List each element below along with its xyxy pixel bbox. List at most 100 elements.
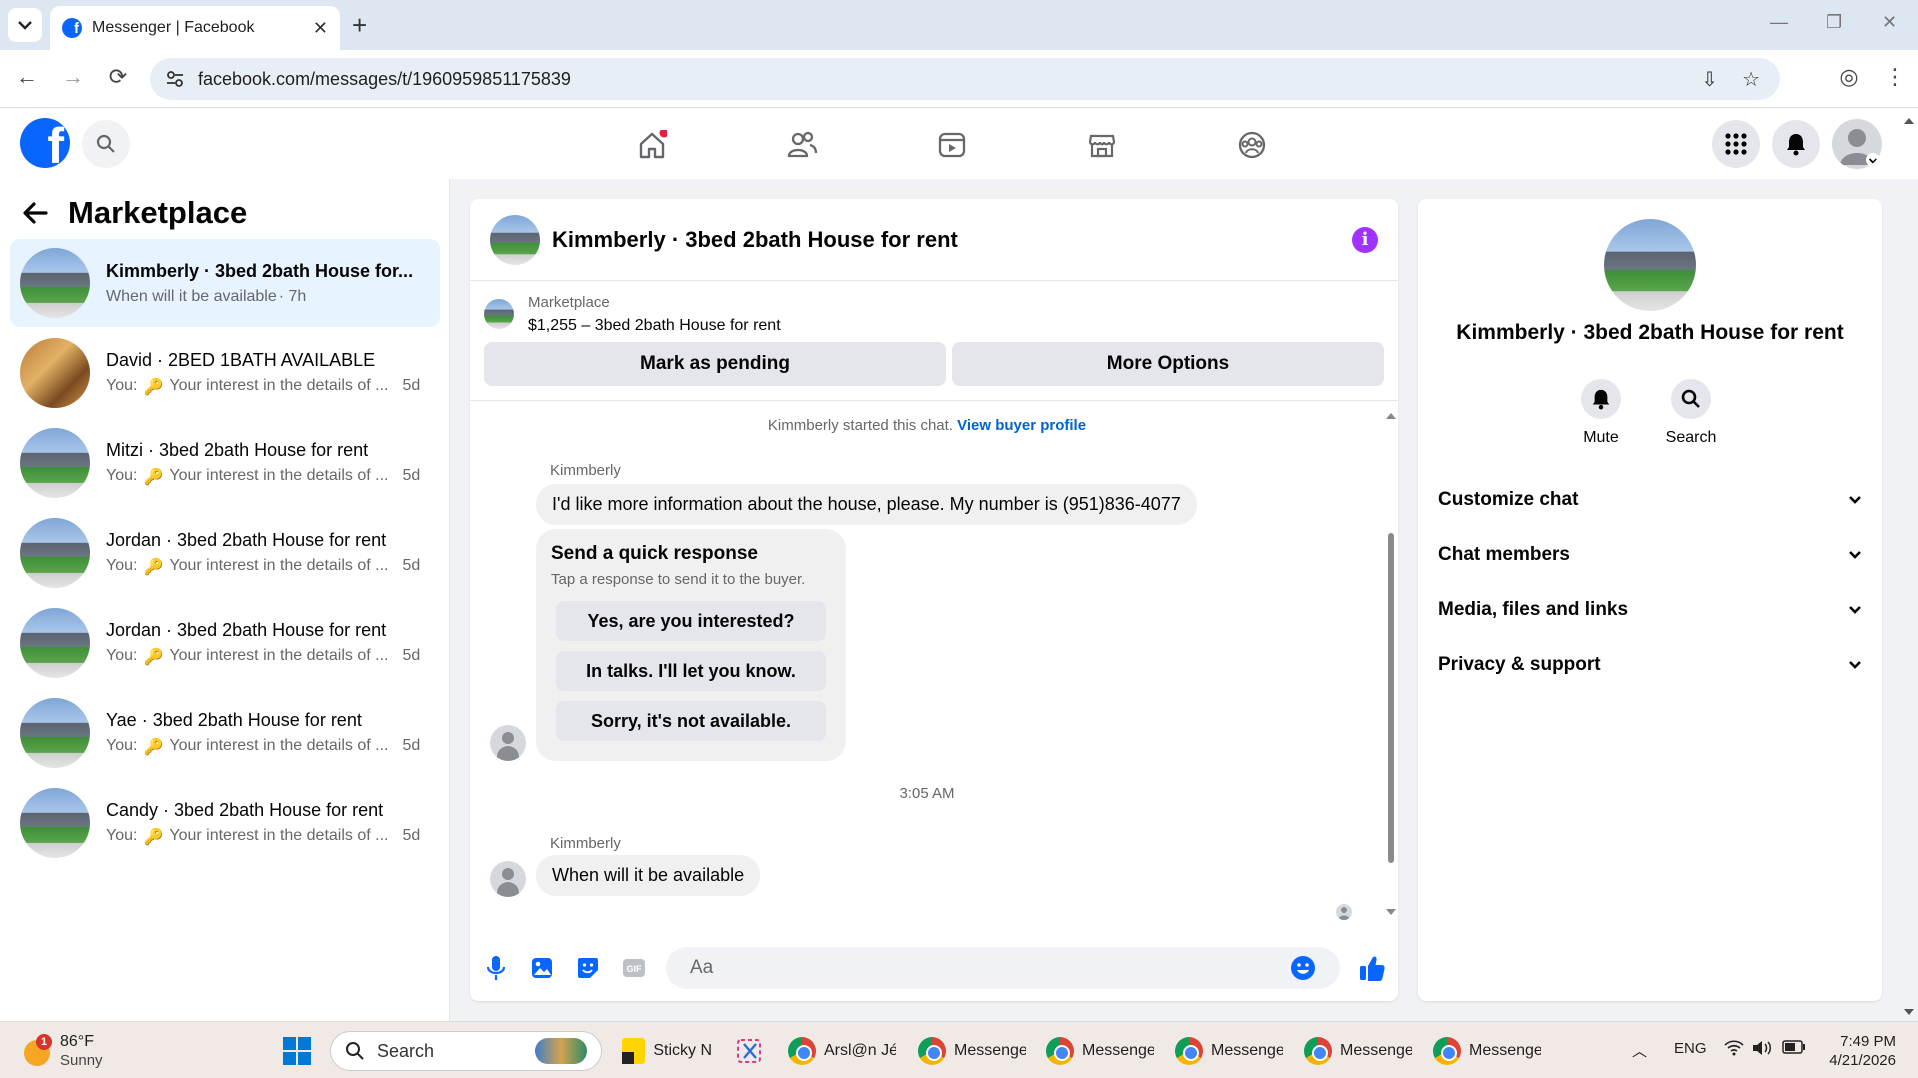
start-button[interactable] — [282, 1030, 312, 1072]
back-arrow-icon[interactable] — [22, 202, 48, 224]
message-sender: Kimmberly — [550, 835, 621, 852]
weather-widget[interactable]: 1 86°F Sunny — [22, 1028, 103, 1074]
tab-list-button[interactable] — [8, 8, 42, 42]
chat-scrollbar[interactable] — [1384, 409, 1398, 919]
mute-button[interactable]: Mute — [1561, 379, 1641, 447]
reload-icon[interactable]: ⟳ — [103, 64, 133, 90]
taskbar-app-chrome[interactable]: Arsl@n Jé — [788, 1030, 896, 1072]
conversation-item[interactable]: Kimmberly · 3bed 2bath House for... When … — [10, 239, 440, 327]
photo-icon[interactable] — [528, 954, 556, 982]
page-scrollbar[interactable] — [1900, 112, 1918, 1021]
taskbar-app-chrome[interactable]: Messenge — [1433, 1030, 1541, 1072]
taskbar-app-snipping[interactable] — [734, 1030, 774, 1072]
browser-menu-icon[interactable]: ⋮ — [1880, 64, 1910, 90]
minimize-icon[interactable]: — — [1770, 12, 1788, 33]
quick-response-button[interactable]: Yes, are you interested? — [556, 601, 826, 641]
conversation-item[interactable]: David · 2BED 1BATH AVAILABLE You: 🔑 Your in… — [10, 329, 440, 417]
message-bubble[interactable]: I'd like more information about the hous… — [536, 484, 1197, 525]
media-files-links-row[interactable]: Media, files and links — [1438, 590, 1862, 630]
conversation-item[interactable]: Jordan · 3bed 2bath House for rent You: 🔑 Y… — [10, 509, 440, 597]
clock[interactable]: 7:49 PM 4/21/2026 — [1826, 1032, 1896, 1070]
conversation-item[interactable]: Jordan · 3bed 2bath House for rent You: 🔑 Y… — [10, 599, 440, 687]
restore-icon[interactable]: ❐ — [1826, 12, 1842, 33]
notifications-bell-icon[interactable] — [1772, 120, 1820, 168]
wifi-icon[interactable] — [1724, 1040, 1744, 1060]
chevron-down-icon — [1849, 606, 1861, 614]
quick-response-card: Send a quick response Tap a response to … — [536, 529, 846, 761]
gif-icon[interactable]: GIF — [620, 954, 648, 982]
quick-response-button[interactable]: In talks. I'll let you know. — [556, 651, 826, 691]
install-app-icon[interactable]: ⇩ — [1701, 67, 1718, 92]
conversation-item[interactable]: Candy · 3bed 2bath House for rent You: 🔑 Yo… — [10, 779, 440, 867]
conversation-preview: You: 🔑 Your interest in the details of ...… — [106, 467, 430, 487]
conversation-item[interactable]: Yae · 3bed 2bath House for rent You: 🔑 Your… — [10, 689, 440, 777]
account-avatar[interactable] — [1832, 119, 1882, 169]
conversation-name: Candy · 3bed 2bath House for rent — [106, 799, 384, 820]
taskbar-app-chrome[interactable]: Messenge — [1175, 1030, 1283, 1072]
site-settings-icon[interactable] — [166, 70, 184, 88]
search-icon[interactable] — [82, 120, 130, 168]
sender-avatar[interactable] — [490, 861, 526, 897]
friends-icon[interactable] — [784, 127, 820, 163]
chat-avatar[interactable] — [490, 214, 540, 265]
contact-avatar[interactable] — [1604, 219, 1696, 311]
bookmark-star-icon[interactable]: ☆ — [1742, 67, 1760, 92]
forward-icon[interactable]: → — [58, 64, 88, 90]
preview-snippet: Your interest in the details of ... — [169, 646, 389, 664]
volume-icon[interactable] — [1752, 1040, 1774, 1060]
menu-grid-icon[interactable] — [1712, 120, 1760, 168]
taskbar-app-sticky-notes[interactable]: Sticky N — [622, 1030, 712, 1072]
microphone-icon[interactable] — [482, 954, 510, 982]
video-icon[interactable] — [934, 127, 970, 163]
facebook-logo[interactable]: f — [20, 118, 70, 168]
profile-icon[interactable]: ◎ — [1834, 64, 1864, 90]
address-bar[interactable]: facebook.com/messages/t/1960959851175839… — [150, 58, 1780, 100]
back-icon[interactable]: ← — [12, 64, 42, 90]
like-thumbs-up-icon[interactable] — [1358, 954, 1386, 982]
message-bubble[interactable]: When will it be available — [536, 855, 761, 896]
conversation-item[interactable]: Mitzi · 3bed 2bath House for rent You: 🔑 Yo… — [10, 419, 440, 507]
chat-title[interactable]: Kimmberly · 3bed 2bath House for rent — [552, 227, 1340, 253]
customize-chat-row[interactable]: Customize chat — [1438, 480, 1862, 520]
emoji-icon[interactable] — [1290, 955, 1316, 981]
conversation-avatar — [20, 788, 90, 858]
chat-header: Kimmberly · 3bed 2bath House for rent i — [470, 199, 1398, 281]
sender-avatar[interactable] — [490, 725, 526, 761]
chevron-down-icon — [1849, 551, 1861, 559]
taskbar-app-chrome[interactable]: Messenge — [1046, 1030, 1154, 1072]
tab-close-icon[interactable]: ✕ — [313, 18, 328, 39]
search-label: Search — [1665, 429, 1717, 446]
more-options-button[interactable]: More Options — [952, 342, 1384, 386]
sticker-icon[interactable] — [574, 954, 602, 982]
search-in-conversation-button[interactable]: Search — [1651, 379, 1731, 447]
quick-response-button[interactable]: Sorry, it's not available. — [556, 701, 826, 741]
message-input[interactable]: Aa — [666, 946, 1340, 989]
browser-tab[interactable]: f Messenger | Facebook ✕ — [50, 6, 340, 50]
taskbar-app-label: Messenge — [1082, 1042, 1154, 1059]
chat-members-row[interactable]: Chat members — [1438, 535, 1862, 575]
input-language[interactable]: ENG — [1674, 1040, 1707, 1057]
show-hidden-icons-chevron-icon[interactable]: ︿ — [1632, 1040, 1647, 1061]
preview-snippet: When will it be available — [106, 287, 277, 305]
section-label: Privacy & support — [1438, 654, 1601, 675]
weather-temp: 86°F — [60, 1033, 94, 1050]
preview-time: 5d — [402, 466, 421, 484]
url-text[interactable]: facebook.com/messages/t/1960959851175839 — [198, 69, 571, 90]
groups-icon[interactable] — [1234, 127, 1270, 163]
taskbar-search[interactable]: Search — [330, 1031, 602, 1071]
taskbar-app-chrome[interactable]: Messenge — [1304, 1030, 1412, 1072]
weather-desc: Sunny — [60, 1052, 103, 1069]
taskbar-app-chrome[interactable]: Messenge — [918, 1030, 1026, 1072]
close-window-icon[interactable]: ✕ — [1882, 12, 1897, 33]
listing-banner[interactable]: Marketplace $1,255 – 3bed 2bath House fo… — [484, 289, 1384, 339]
view-buyer-profile-link[interactable]: View buyer profile — [957, 417, 1086, 434]
privacy-support-row[interactable]: Privacy & support — [1438, 645, 1862, 685]
taskbar-app-label: Messenge — [954, 1042, 1026, 1059]
marketplace-icon[interactable] — [1084, 127, 1120, 163]
home-icon[interactable] — [634, 127, 670, 163]
chrome-icon — [1304, 1037, 1332, 1065]
new-tab-button[interactable]: + — [352, 10, 367, 40]
battery-icon[interactable] — [1782, 1040, 1806, 1058]
info-icon[interactable]: i — [1352, 226, 1378, 253]
mark-as-pending-button[interactable]: Mark as pending — [484, 342, 946, 386]
